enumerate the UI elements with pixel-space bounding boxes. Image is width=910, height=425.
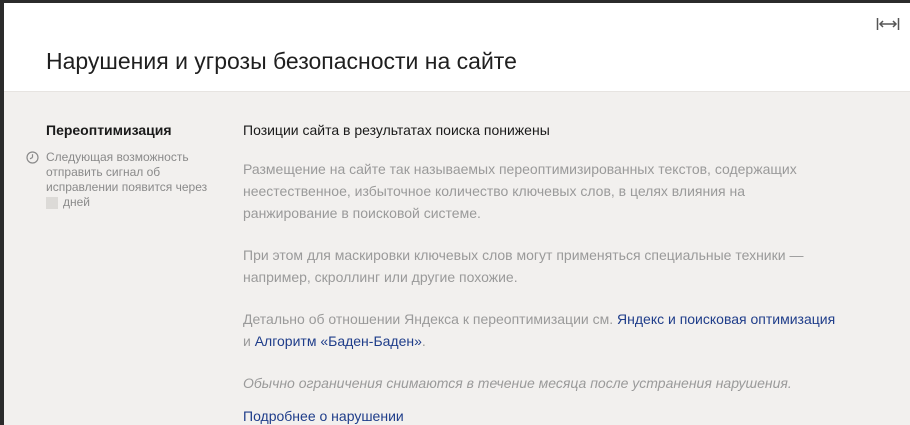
period-text: .: [421, 333, 426, 349]
description-paragraph: Размещение на сайте так называемых перео…: [243, 158, 883, 224]
days-label: дней: [63, 195, 91, 209]
clock-icon: [26, 151, 39, 164]
text-line: ранжирование в поисковой системе.: [243, 205, 481, 221]
and-text: и: [243, 333, 251, 349]
dialog-header: [4, 3, 910, 91]
techniques-paragraph: При этом для маскировки ключевых слов мо…: [243, 244, 883, 288]
text-line: Размещение на сайте так называемых перео…: [243, 161, 797, 177]
text-line: неестественное, избыточное количество кл…: [243, 183, 746, 199]
violation-sidebar: Переоптимизация Следующая возможность от…: [26, 122, 226, 210]
more-about-violation-link[interactable]: Подробнее о нарушении: [243, 408, 404, 424]
resubmit-note: Следующая возможность отправить сигнал о…: [26, 150, 226, 210]
dialog: Нарушения и угрозы безопасности на сайте…: [0, 0, 910, 425]
baden-baden-link[interactable]: Алгоритм «Баден-Баден»: [255, 333, 422, 349]
dialog-body: Переоптимизация Следующая возможность от…: [4, 91, 910, 425]
text-line: например, скроллинг или другие похожие.: [243, 269, 518, 285]
details-text: Детально об отношении Яндекса к переопти…: [243, 311, 614, 327]
violation-type: Переоптимизация: [46, 122, 172, 138]
text-line: При этом для маскировки ключевых слов мо…: [243, 247, 804, 263]
violation-heading: Позиции сайта в результатах поиска пониж…: [243, 122, 550, 138]
resubmit-note-line: исправлении появится через: [46, 180, 208, 194]
resubmit-note-line: Следующая возможность: [46, 150, 189, 164]
resubmit-days: дней: [46, 195, 226, 210]
restriction-note: Обычно ограничения снимаются в течение м…: [243, 375, 792, 391]
dialog-title: Нарушения и угрозы безопасности на сайте: [46, 48, 517, 74]
details-paragraph: Детально об отношении Яндекса к переопти…: [243, 308, 883, 352]
expand-horizontal-icon[interactable]: [876, 15, 900, 33]
seo-link[interactable]: Яндекс и поисковая оптимизация: [617, 311, 835, 327]
violation-details: Позиции сайта в результатах поиска пониж…: [243, 122, 883, 425]
resubmit-note-line: отправить сигнал об: [46, 165, 161, 179]
days-count-redacted: [46, 196, 58, 209]
